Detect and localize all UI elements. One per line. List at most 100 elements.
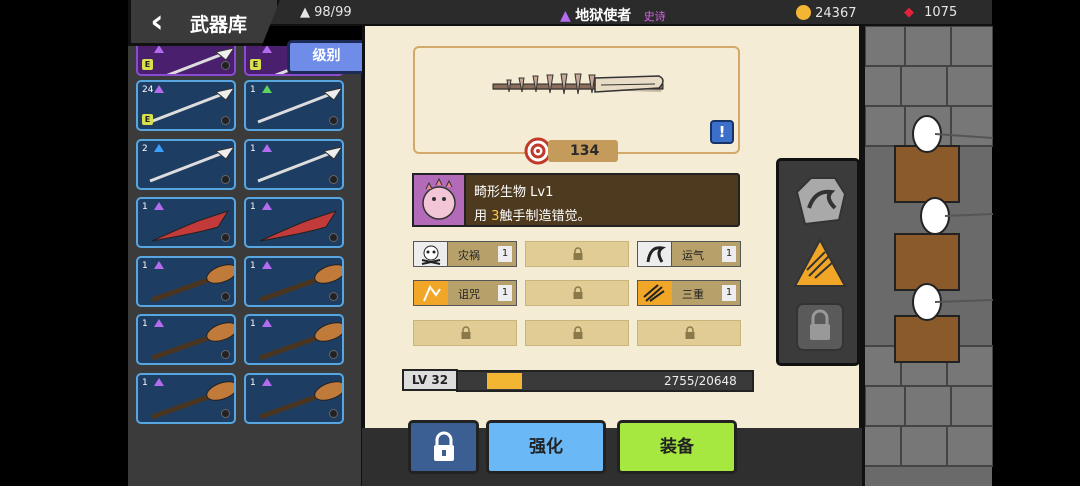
inventory-panel: E E 24 E 1 2 1 1 1 1 1 1 1 1 1 (128, 46, 364, 486)
select-dot-icon (221, 291, 230, 301)
item-count: 1 (250, 377, 256, 388)
inventory-slot[interactable]: 1 (244, 80, 344, 131)
equip-button[interactable]: 装备 (617, 420, 737, 474)
rarity-icon (262, 319, 272, 327)
curse-icon (414, 281, 448, 305)
rarity-icon (154, 377, 164, 386)
gold-amount: 24367 (815, 6, 857, 21)
select-dot-icon (221, 174, 230, 184)
select-dot-icon (221, 61, 230, 70)
trait-skull[interactable]: 灾祸 1 (413, 241, 517, 267)
horseshoe-stone-icon (795, 177, 847, 226)
slot-triple-arrow[interactable] (791, 236, 849, 294)
padlock-icon (573, 247, 583, 260)
power-value: 134 (548, 140, 618, 162)
xp-progress-fill (487, 373, 522, 389)
triple-arrow-slot-icon (793, 237, 847, 287)
item-count: 1 (142, 202, 148, 212)
slot-locked[interactable] (791, 298, 849, 356)
padlock-icon (573, 286, 583, 299)
inventory-slot[interactable]: 1 (244, 138, 344, 190)
select-dot-icon (329, 174, 338, 184)
rarity-icon (154, 46, 164, 53)
upgrade-button[interactable]: 强化 (486, 420, 606, 474)
inventory-slot[interactable]: 2 (136, 138, 236, 190)
item-count: 2 (142, 143, 148, 154)
trait-name: 灾祸 (458, 249, 480, 262)
gold-display: 24367 (796, 5, 857, 21)
rarity-icon (154, 202, 164, 210)
equipped-badge: E (250, 59, 261, 70)
gold-coin-icon (796, 5, 811, 20)
locked-trait-slot (413, 320, 517, 346)
select-dot-icon (329, 291, 338, 301)
inventory-slot[interactable]: 1 (244, 314, 344, 365)
inventory-slot[interactable]: 1 (244, 197, 344, 248)
item-count: 1 (142, 260, 148, 271)
inventory-slot[interactable]: 1 (136, 314, 236, 365)
padlock-icon (685, 326, 695, 339)
weapon-preview-frame (413, 46, 740, 154)
castle-wall-art (854, 25, 994, 467)
trait-name: 运气 (682, 249, 704, 262)
equipped-badge: E (142, 59, 153, 70)
select-dot-icon (329, 233, 338, 242)
rarity-icon (262, 46, 272, 53)
inventory-slot[interactable]: 1 (136, 255, 236, 307)
item-count: 1 (250, 85, 256, 95)
inventory-slot[interactable]: 1 (244, 372, 344, 424)
weapon-title: ▲ 地狱使者 史诗 (560, 5, 666, 25)
equipped-badge: E (142, 114, 153, 125)
padlock-icon (461, 326, 471, 339)
item-count: 1 (250, 260, 256, 271)
trait-name: 三重 (682, 288, 704, 301)
rarity-icon (262, 377, 272, 386)
sort-level-button[interactable]: 级别 (287, 40, 366, 74)
inventory-slot[interactable]: E (136, 46, 236, 76)
inventory-slot[interactable]: 1 (136, 372, 236, 424)
rarity-icon (262, 85, 272, 93)
skill-portrait-icon (412, 173, 466, 227)
capacity-text: ▲ 98/99 (300, 5, 352, 20)
locked-trait-slot (637, 320, 741, 346)
inventory-slot[interactable]: 1 (136, 197, 236, 248)
trait-level: 1 (498, 285, 512, 301)
skill-name: 畸形生物 Lv1 (474, 185, 554, 200)
trait-name: 诅咒 (458, 288, 480, 301)
slot-horseshoe[interactable] (791, 172, 849, 230)
trait-curse[interactable]: 诅咒 1 (413, 280, 517, 306)
select-dot-icon (221, 233, 230, 242)
select-dot-icon (221, 408, 230, 418)
trait-triple-arrow[interactable]: 三重 1 (637, 280, 741, 306)
rarity-icon (154, 143, 164, 152)
info-button[interactable]: ! (710, 120, 734, 144)
rarity-icon (154, 260, 164, 269)
gem-display: ◆ 1075 (904, 5, 957, 20)
horseshoe-icon (638, 242, 672, 266)
skill-description: 用 3触手制造错觉。 (474, 209, 591, 224)
rarity-icon (262, 143, 272, 152)
trait-level: 1 (498, 246, 512, 262)
rarity-icon (154, 85, 164, 93)
trait-level: 1 (722, 246, 736, 262)
padlock-icon (433, 431, 454, 461)
locked-trait-slot (525, 241, 629, 267)
xp-text: 2755/20648 (664, 374, 737, 388)
inventory-slot[interactable]: 24 E (136, 80, 236, 131)
ruby-gem-icon: ◆ (904, 5, 914, 20)
item-count: 1 (250, 319, 256, 329)
inventory-slot[interactable]: 1 (244, 255, 344, 307)
rarity-icon (262, 202, 272, 210)
castle-wall-scene (854, 25, 994, 486)
skull-icon (414, 242, 448, 266)
page-title: 武器库 (190, 14, 248, 36)
select-dot-icon (329, 116, 338, 125)
rarity-label: 史诗 (643, 10, 666, 23)
lock-button[interactable] (408, 420, 479, 474)
item-count: 1 (250, 202, 256, 212)
gem-amount: 1075 (924, 5, 958, 20)
select-dot-icon (221, 116, 230, 125)
select-dot-icon (329, 408, 338, 418)
trait-horseshoe[interactable]: 运气 1 (637, 241, 741, 267)
back-chevron-icon[interactable]: ‹ (142, 4, 172, 40)
